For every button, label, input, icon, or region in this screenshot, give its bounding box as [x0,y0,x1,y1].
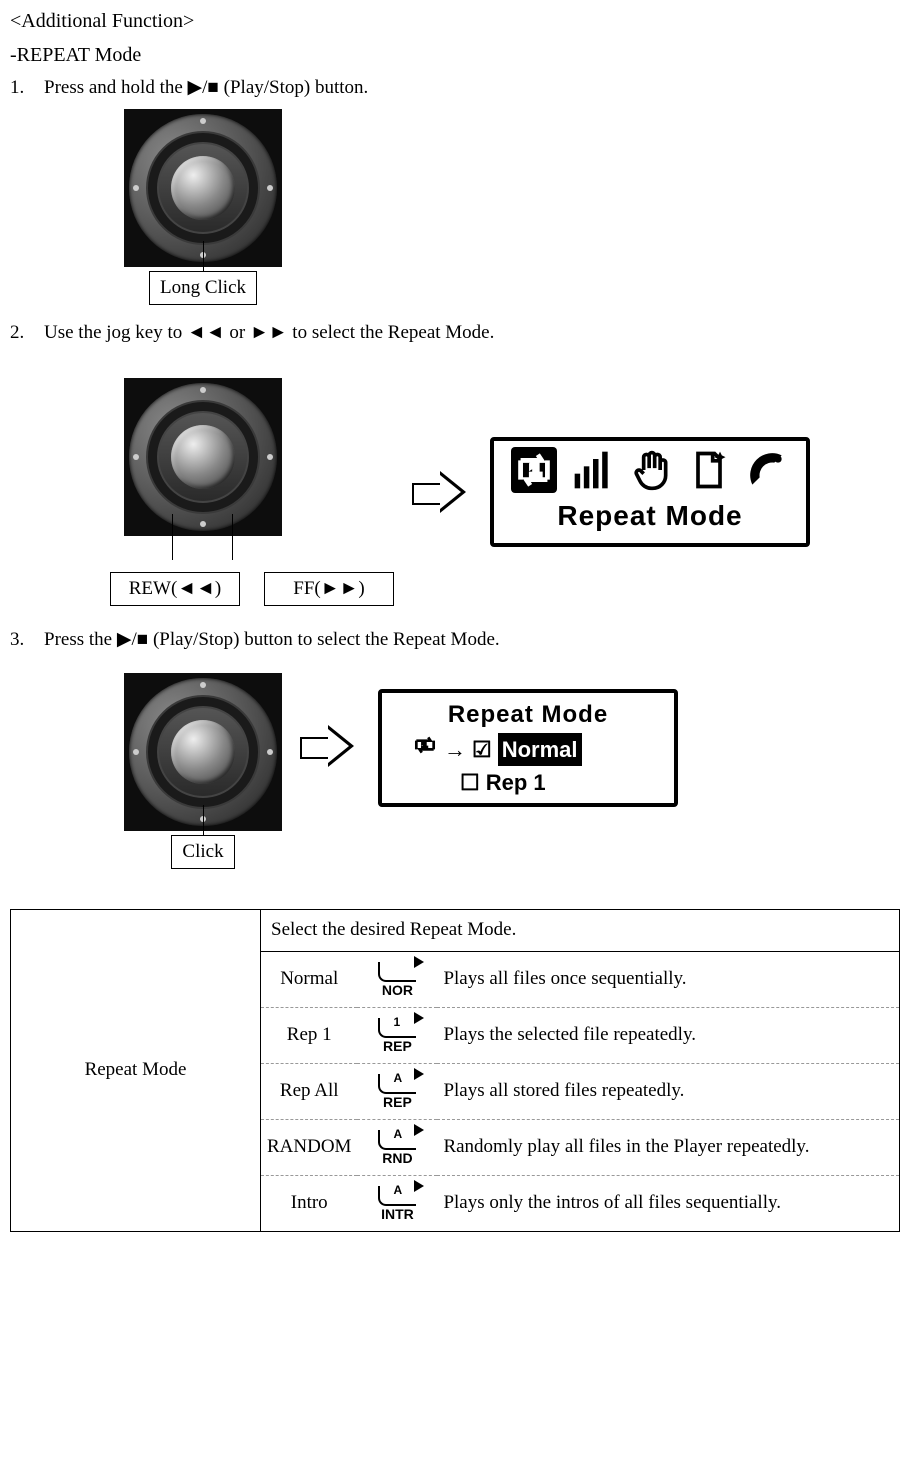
repeat-mode-table: Repeat Mode Select the desired Repeat Mo… [10,909,900,1232]
step-2-text: Use the jog key to ◄◄ or ►► to select th… [44,319,912,348]
jog-dial-diagram-2 [124,378,282,536]
mode-name: RANDOM [261,1119,357,1175]
section-title-repeat: -REPEAT Mode [10,40,912,70]
long-click-label: Long Click [149,271,257,306]
lcd-screen-menu: 1 Repeat Mode [490,437,810,547]
mode-icon-cell: NOR [357,952,437,1008]
checkbox-unchecked-icon: ☐ [460,766,480,799]
step-2: 2. Use the jog key to ◄◄ or ►► to select… [10,319,912,348]
screen-label-repeat-mode: Repeat Mode [557,495,742,537]
mode-name: Rep All [261,1063,357,1119]
lcd-screen-options: Repeat Mode 1 → ☑ Normal ☐ Rep 1 [378,689,678,807]
mode-name: Rep 1 [261,1007,357,1063]
click-label: Click [171,835,234,870]
option-rep1: Rep 1 [486,766,546,799]
ff-label: FF(►►) [264,572,394,607]
repeat-mode-glyph-icon: ARND [378,1130,416,1165]
repeat-mode-glyph-icon: AREP [378,1074,416,1109]
table-row: Rep All AREP Plays all stored files repeat… [261,1063,899,1119]
section-title-additional: <Additional Function> [10,6,912,36]
table-row: Normal NOR Plays all files once sequential… [261,952,899,1008]
mode-icon-cell: ARND [357,1119,437,1175]
screen2-title: Repeat Mode [392,697,664,733]
mode-description: Plays all files once sequentially. [437,952,899,1008]
checkbox-checked-icon: ☑ [472,733,492,766]
document-sparkle-icon [687,448,731,492]
step-3-text: Press the ▶/■ (Play/Stop) button to sele… [44,626,912,655]
svg-text:1: 1 [422,740,428,751]
mode-description: Randomly play all files in the Player re… [437,1119,899,1175]
table-main-label: Repeat Mode [11,910,261,1232]
mode-icon-cell: AREP [357,1063,437,1119]
step-2-number: 2. [10,319,44,348]
mode-name: Intro [261,1175,357,1231]
satellite-icon [745,448,789,492]
mode-description: Plays all stored files repeatedly. [437,1063,899,1119]
repeat-mode-glyph-icon: AINTR [378,1186,416,1221]
repeat-mode-glyph-icon: 1REP [378,1018,416,1053]
table-row: Rep 1 1REP Plays the selected file repeate… [261,1007,899,1063]
step-3-number: 3. [10,626,44,655]
repeat-mode-icon: 1 [511,447,557,493]
mode-description: Plays the selected file repeatedly. [437,1007,899,1063]
step-1: 1. Press and hold the ▶/■ (Play/Stop) bu… [10,74,912,103]
rew-label: REW(◄◄) [110,572,240,607]
hand-icon [629,448,673,492]
repeat-small-icon: 1 [412,734,438,765]
step-3: 3. Press the ▶/■ (Play/Stop) button to s… [10,626,912,655]
table-row: Intro AINTR Plays only the intros of all f… [261,1175,899,1231]
mode-description: Plays only the intros of all files seque… [437,1175,899,1231]
equalizer-icon [571,448,615,492]
arrow-right-icon: → [444,733,466,766]
option-normal-selected: Normal [498,733,582,766]
repeat-mode-glyph-icon: NOR [378,962,416,997]
table-row: RANDOM ARND Randomly play all files in the… [261,1119,899,1175]
mode-name: Normal [261,952,357,1008]
svg-text:1: 1 [530,460,541,481]
mode-icon-cell: AINTR [357,1175,437,1231]
arrow-icon [412,469,472,515]
arrow-icon [300,723,360,769]
table-header: Select the desired Repeat Mode. [261,910,900,952]
mode-icon-cell: 1REP [357,1007,437,1063]
step-1-text: Press and hold the ▶/■ (Play/Stop) butto… [44,74,912,103]
step-1-number: 1. [10,74,44,103]
